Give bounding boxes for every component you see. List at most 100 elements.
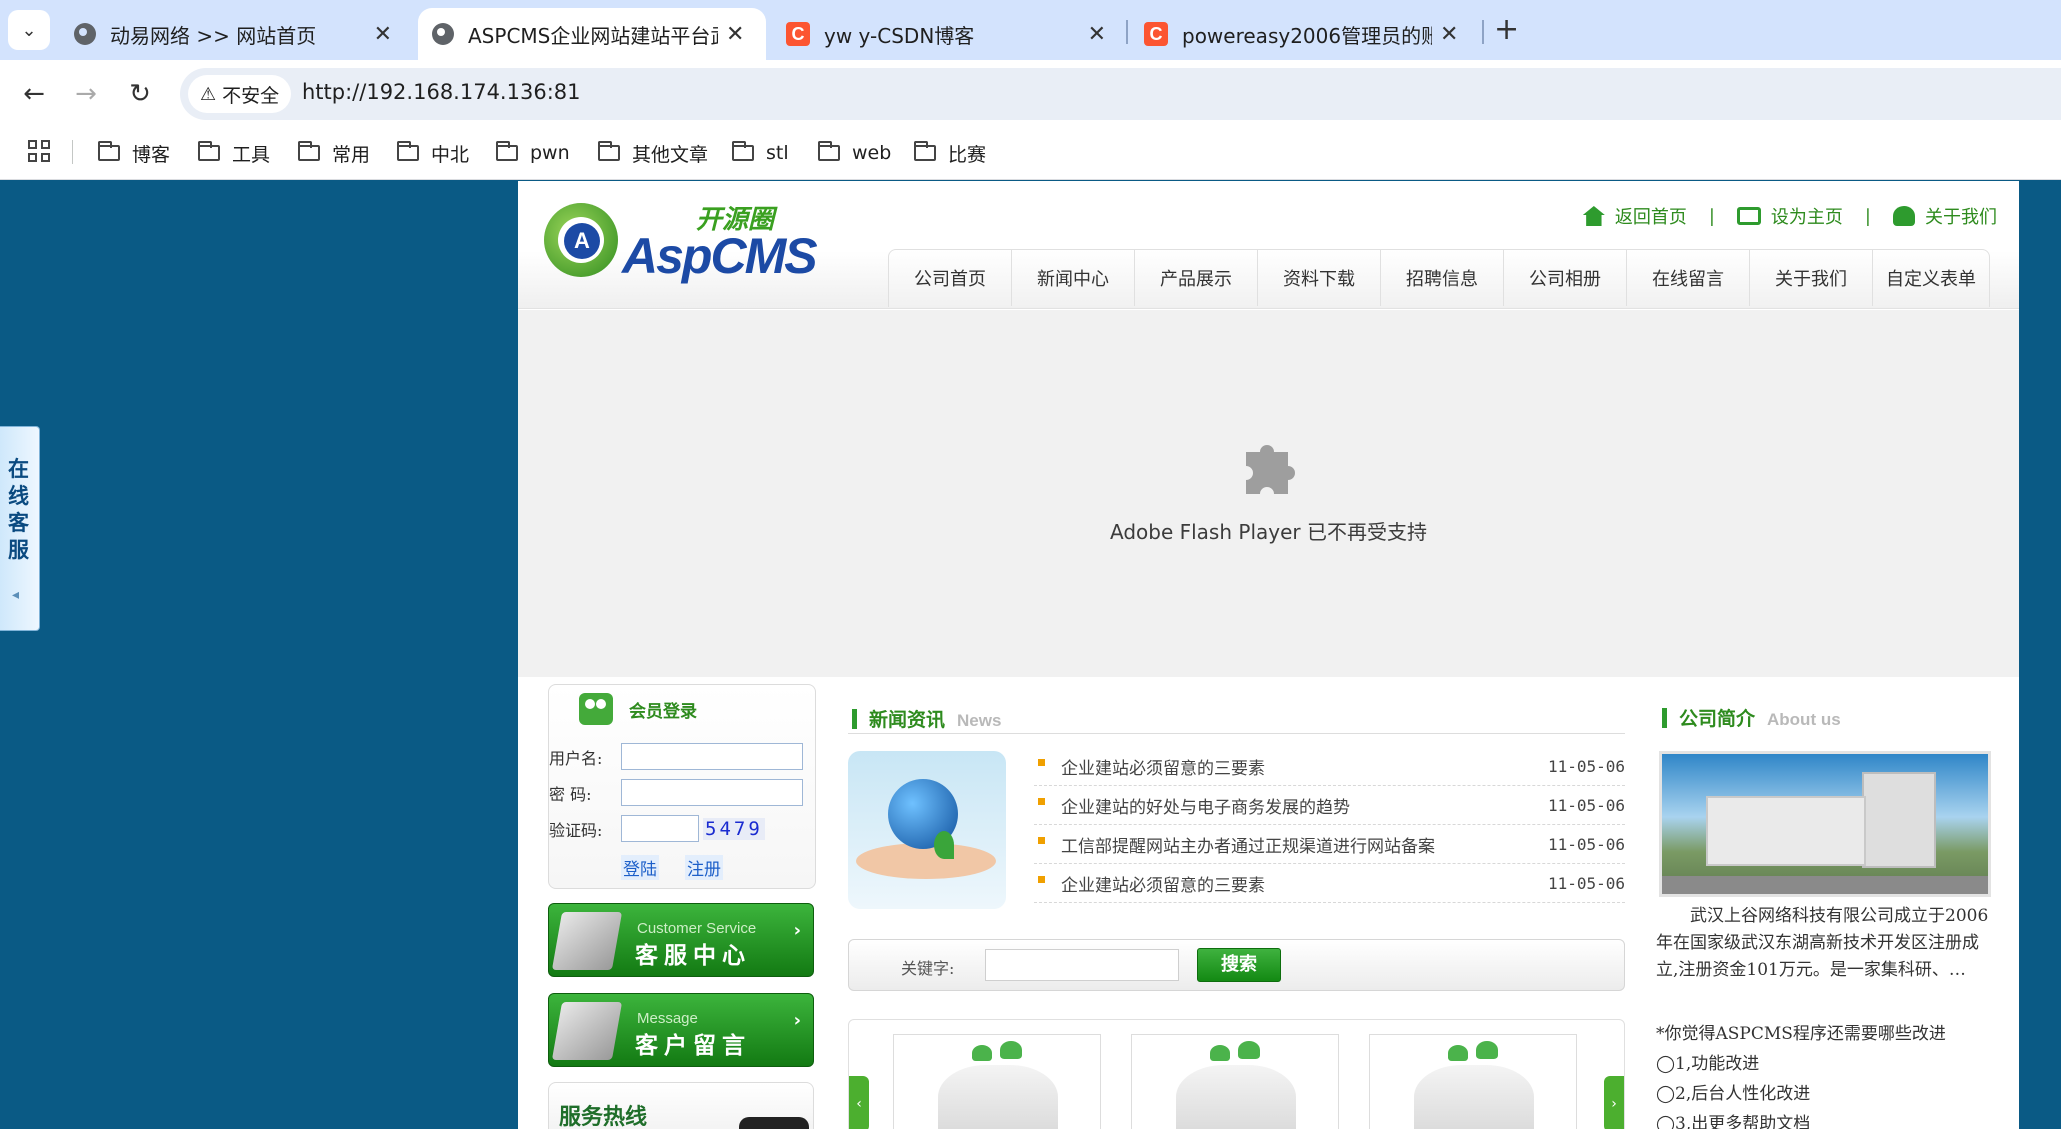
carousel-next-button[interactable]: › xyxy=(1604,1076,1624,1129)
news-title[interactable]: 企业建站必须留意的三要素 xyxy=(1061,871,1548,896)
nav-item-album[interactable]: 公司相册 xyxy=(1504,250,1627,306)
online-service-float[interactable]: 在线客服 ◂ xyxy=(0,426,40,631)
register-link[interactable]: 注册 xyxy=(685,855,723,880)
bookmark-folder[interactable]: 工具 xyxy=(198,136,270,170)
member-title-label: 会员登录 xyxy=(629,701,697,722)
message-banner[interactable]: Message 客户留言 › xyxy=(548,993,814,1067)
bookmark-label: 博客 xyxy=(132,143,171,166)
reload-button[interactable]: ↻ xyxy=(120,74,160,114)
nav-item-about[interactable]: 关于我们 xyxy=(1750,250,1873,306)
tab-search-button[interactable]: ⌄ xyxy=(8,10,50,50)
top-link-home[interactable]: 返回首页 xyxy=(1582,203,1687,229)
product-card[interactable] xyxy=(1369,1034,1577,1129)
username-input[interactable] xyxy=(621,743,803,770)
folder-icon xyxy=(496,141,518,161)
top-link-set-homepage[interactable]: 设为主页 xyxy=(1736,203,1843,229)
nav-item-products[interactable]: 产品展示 xyxy=(1135,250,1258,306)
folder-icon xyxy=(98,141,120,161)
folder-icon xyxy=(732,141,754,161)
customer-service-banner[interactable]: Customer Service 客服中心 › xyxy=(548,903,814,977)
members-icon xyxy=(579,693,613,725)
site-logo[interactable]: A 开源圈 AspCMS xyxy=(544,193,818,284)
tab-csdn-blog[interactable]: C yw y-CSDN博客 ✕ xyxy=(772,8,1120,60)
captcha-label: 验证码: xyxy=(549,820,603,840)
about-section-title: 公司简介 About us xyxy=(1662,704,1841,731)
username-row: 用户名: xyxy=(549,743,803,770)
nav-item-home[interactable]: 公司首页 xyxy=(889,250,1012,306)
apps-grid-icon[interactable] xyxy=(28,140,50,162)
forward-button[interactable]: → xyxy=(66,74,106,114)
news-title[interactable]: 企业建站必须留意的三要素 xyxy=(1061,754,1548,779)
news-item[interactable]: 工信部提醒网站主办者通过正规渠道进行网站备案 11-05-06 xyxy=(1034,825,1625,864)
poll-option[interactable]: ◯2,后台人性化改进 xyxy=(1656,1079,1810,1104)
nav-item-downloads[interactable]: 资料下载 xyxy=(1258,250,1381,306)
bookmark-folder[interactable]: stl xyxy=(732,136,789,170)
news-title-en: News xyxy=(957,711,1002,730)
bookmark-folder[interactable]: 其他文章 xyxy=(598,136,708,170)
search-input[interactable] xyxy=(985,949,1179,981)
news-thumbnail[interactable] xyxy=(848,751,1006,909)
company-building-photo[interactable] xyxy=(1659,751,1991,897)
bookmark-folder[interactable]: 中北 xyxy=(397,136,469,170)
product-card[interactable] xyxy=(893,1034,1101,1129)
folder-icon xyxy=(397,141,419,161)
news-date: 11-05-06 xyxy=(1547,795,1625,815)
close-icon[interactable]: ✕ xyxy=(1088,22,1106,47)
password-input[interactable] xyxy=(621,779,803,806)
security-chip[interactable]: ⚠ 不安全 xyxy=(188,75,292,113)
browser-toolbar: ← → ↻ ⚠ 不安全 http://192.168.174.136:81 xyxy=(0,60,2061,128)
reload-icon: ↻ xyxy=(129,79,151,109)
bookmark-folder[interactable]: web xyxy=(818,136,891,170)
tab-dongyi[interactable]: 动易网络 >> 网站首页 ✕ xyxy=(60,8,406,60)
bookmark-folder[interactable]: 常用 xyxy=(298,136,370,170)
top-link-about[interactable]: 关于我们 xyxy=(1893,203,1997,229)
new-tab-button[interactable]: + xyxy=(1494,12,1519,47)
bookmark-label: 工具 xyxy=(232,143,271,166)
poll-option[interactable]: ◯3,出更多帮助文档 xyxy=(1656,1109,1810,1129)
news-list: 企业建站必须留意的三要素 11-05-06 企业建站的好处与电子商务发展的趋势 … xyxy=(1034,747,1625,903)
bookmark-folder[interactable]: 博客 xyxy=(98,136,170,170)
address-bar[interactable]: ⚠ 不安全 http://192.168.174.136:81 xyxy=(180,68,2061,120)
captcha-image[interactable]: 5479 xyxy=(703,817,765,840)
news-date: 11-05-06 xyxy=(1547,756,1625,776)
site-container: A 开源圈 AspCMS 返回首页 | 设为主页 | 关于我们 公司首页 新闻中… xyxy=(518,181,2019,1129)
search-button[interactable]: 搜索 xyxy=(1197,948,1281,982)
news-title[interactable]: 工信部提醒网站主办者通过正规渠道进行网站备案 xyxy=(1061,832,1548,857)
collapse-arrow-icon[interactable]: ◂ xyxy=(12,587,19,603)
tab-powereasy[interactable]: C powereasy2006管理员的账密是 ✕ xyxy=(1130,8,1478,60)
close-icon[interactable]: ✕ xyxy=(1440,22,1458,47)
bookmark-folder[interactable]: 比赛 xyxy=(914,136,986,170)
news-title-cn: 新闻资讯 xyxy=(869,709,946,731)
close-icon[interactable]: ✕ xyxy=(726,22,744,47)
news-item[interactable]: 企业建站必须留意的三要素 11-05-06 xyxy=(1034,864,1625,903)
nav-item-news[interactable]: 新闻中心 xyxy=(1012,250,1135,306)
product-card[interactable] xyxy=(1131,1034,1339,1129)
login-link[interactable]: 登陆 xyxy=(621,855,659,880)
logo-wordmark: AspCMS xyxy=(622,228,818,284)
folder-icon xyxy=(914,141,936,161)
carousel-prev-button[interactable]: ‹ xyxy=(849,1076,869,1129)
bookmark-folder[interactable]: pwn xyxy=(496,136,570,170)
top-links: 返回首页 | 设为主页 | 关于我们 xyxy=(1582,203,1997,229)
nav-item-custom-form[interactable]: 自定义表单 xyxy=(1873,250,1989,306)
notepad-icon xyxy=(551,1002,623,1060)
vase-graphic xyxy=(938,1065,1058,1129)
back-button[interactable]: ← xyxy=(14,74,54,114)
tab-aspcms[interactable]: ASPCMS企业网站建站平台武汉 ✕ xyxy=(418,8,766,60)
url-text[interactable]: http://192.168.174.136:81 xyxy=(302,80,581,104)
tab-title: 动易网络 >> 网站首页 xyxy=(110,23,317,48)
captcha-input[interactable] xyxy=(621,815,699,842)
hotline-title: 服务热线 xyxy=(559,1104,648,1129)
flash-banner-placeholder: Adobe Flash Player 已不再受支持 xyxy=(518,310,2019,677)
news-item[interactable]: 企业建站必须留意的三要素 11-05-06 xyxy=(1034,747,1625,786)
top-link-label: 设为主页 xyxy=(1770,207,1843,228)
nav-item-guestbook[interactable]: 在线留言 xyxy=(1627,250,1750,306)
flash-unsupported-message: Adobe Flash Player 已不再受支持 xyxy=(1110,520,1427,544)
close-icon[interactable]: ✕ xyxy=(374,22,392,47)
poll-option[interactable]: ◯1,功能改进 xyxy=(1656,1049,1759,1074)
news-item[interactable]: 企业建站的好处与电子商务发展的趋势 11-05-06 xyxy=(1034,786,1625,825)
main-nav: 公司首页 新闻中心 产品展示 资料下载 招聘信息 公司相册 在线留言 关于我们 … xyxy=(888,249,1990,307)
news-title[interactable]: 企业建站的好处与电子商务发展的趋势 xyxy=(1061,793,1548,818)
csdn-icon: C xyxy=(786,22,810,46)
nav-item-jobs[interactable]: 招聘信息 xyxy=(1381,250,1504,306)
